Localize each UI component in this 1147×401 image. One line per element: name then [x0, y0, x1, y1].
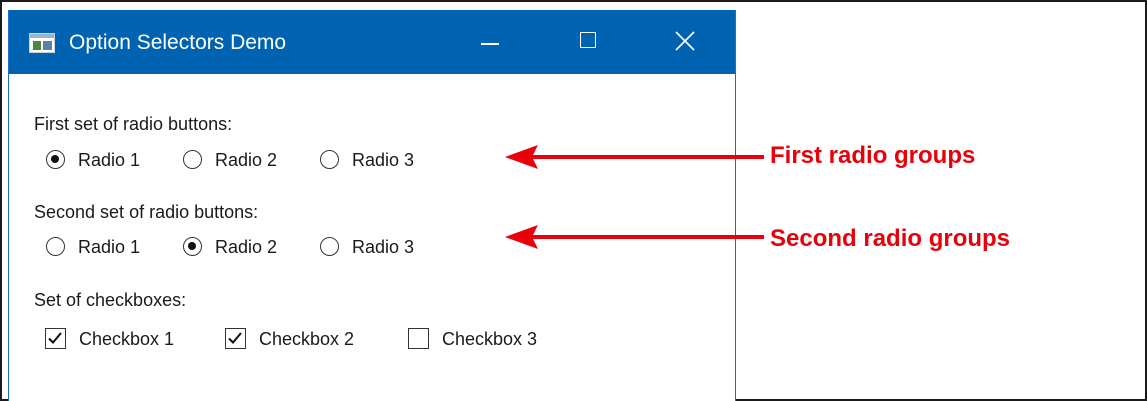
window-title: Option Selectors Demo	[69, 31, 287, 54]
radio-option-label: Radio 3	[352, 237, 415, 257]
radio-option-label: Radio 2	[215, 150, 278, 170]
checkbox-label: Checkbox 1	[79, 329, 175, 349]
radio-selected-dot	[51, 155, 59, 163]
left-arrow-icon	[505, 145, 764, 169]
radio-group-2-label: Second set of radio buttons:	[34, 202, 259, 222]
close-icon	[675, 31, 695, 51]
checkbox[interactable]	[45, 328, 66, 349]
checkmark-icon	[228, 332, 242, 344]
minimize-icon	[481, 43, 499, 45]
radio-group-1-option-1[interactable]: Radio 1	[46, 148, 166, 172]
checkbox-option-2[interactable]: Checkbox 2	[225, 327, 390, 351]
radio-button[interactable]	[183, 150, 202, 169]
checkmark-icon	[48, 332, 62, 344]
radio-button[interactable]	[46, 237, 65, 256]
annotation-second-radio-groups: Second radio groups	[770, 225, 1011, 252]
radio-button[interactable]	[320, 150, 339, 169]
radio-group-1-option-2[interactable]: Radio 2	[183, 148, 303, 172]
radio-option-label: Radio 3	[352, 150, 415, 170]
checkbox-group-label: Set of checkboxes:	[34, 290, 187, 310]
maximize-icon	[580, 32, 596, 48]
maximize-button[interactable]	[552, 10, 626, 74]
checkbox[interactable]	[225, 328, 246, 349]
checkbox-option-1[interactable]: Checkbox 1	[45, 327, 210, 351]
radio-option-label: Radio 1	[78, 150, 141, 170]
title-bar[interactable]: Option Selectors Demo	[9, 10, 735, 74]
screenshot-frame: Option Selectors Demo First set of radio…	[0, 0, 1147, 401]
radio-option-label: Radio 1	[78, 237, 141, 257]
radio-group-1-option-3[interactable]: Radio 3	[320, 148, 440, 172]
minimize-button[interactable]	[453, 10, 527, 74]
radio-button[interactable]	[183, 237, 202, 256]
close-button[interactable]	[649, 10, 723, 74]
radio-button[interactable]	[320, 237, 339, 256]
app-window-icon	[29, 33, 55, 53]
radio-group-2-option-2[interactable]: Radio 2	[183, 235, 303, 259]
checkbox-option-3[interactable]: Checkbox 3	[408, 327, 573, 351]
app-window: Option Selectors Demo First set of radio…	[8, 10, 736, 401]
left-arrow-icon	[505, 225, 764, 249]
checkbox[interactable]	[408, 328, 429, 349]
radio-group-1-label: First set of radio buttons:	[34, 114, 233, 134]
radio-group-2-option-1[interactable]: Radio 1	[46, 235, 166, 259]
radio-selected-dot	[188, 242, 196, 250]
annotation-first-radio-groups: First radio groups	[770, 142, 976, 169]
radio-group-2-option-3[interactable]: Radio 3	[320, 235, 440, 259]
radio-option-label: Radio 2	[215, 237, 278, 257]
checkbox-label: Checkbox 3	[442, 329, 538, 349]
radio-button[interactable]	[46, 150, 65, 169]
checkbox-label: Checkbox 2	[259, 329, 355, 349]
